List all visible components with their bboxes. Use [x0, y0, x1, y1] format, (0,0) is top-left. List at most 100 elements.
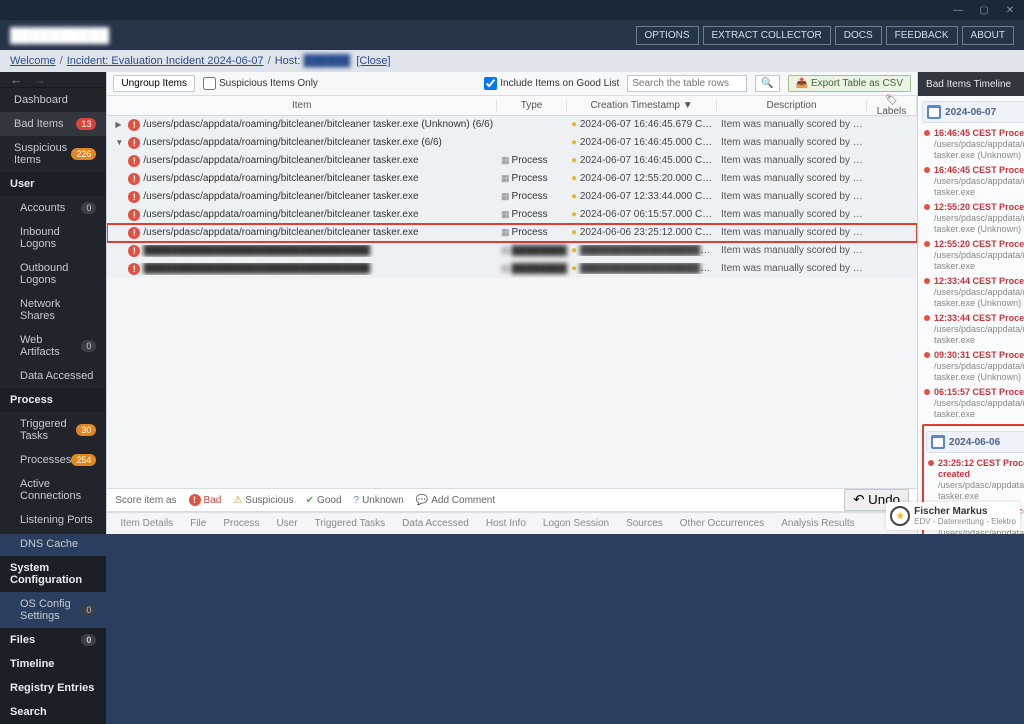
expand-icon[interactable]: ▶ — [115, 120, 125, 129]
status-dot-icon: ● — [571, 155, 577, 166]
timeline-event[interactable]: 12:33:44 CEST Process created/users/pdas… — [922, 274, 1024, 311]
timeline-event[interactable]: 12:55:20 CEST Process created/users/pdas… — [922, 237, 1024, 274]
timeline-date[interactable]: 2024-06-06 — [926, 431, 1024, 453]
sidebar-item-inbound[interactable]: Inbound Logons — [0, 220, 106, 256]
expand-icon[interactable]: ▼ — [115, 138, 125, 147]
item-path: /users/pdasc/appdata/roaming/bitcleaner/… — [143, 137, 442, 148]
tab-user[interactable]: User — [269, 515, 304, 532]
tab-file[interactable]: File — [183, 515, 213, 532]
col-timestamp[interactable]: Creation Timestamp ▼ — [567, 100, 717, 111]
include-good-toggle[interactable]: Include Items on Good List — [484, 77, 619, 90]
maximize-button[interactable]: ▢ — [978, 5, 990, 16]
timeline-panel: Bad Items Timeline — 2024-06-0716:46:45 … — [918, 72, 1024, 534]
timeline-date[interactable]: 2024-06-07 — [922, 101, 1024, 123]
table-row[interactable]: !/users/pdasc/appdata/roaming/bitcleaner… — [107, 206, 917, 224]
breadcrumb-incident[interactable]: Incident: Evaluation Incident 2024-06-07 — [67, 55, 264, 67]
sidebar-item-dashboard[interactable]: Dashboard — [0, 88, 106, 112]
close-button[interactable]: ✕ — [1004, 5, 1016, 16]
nav-back-icon[interactable]: ← — [10, 72, 23, 87]
sidebar-item-files[interactable]: Files0 — [0, 628, 106, 652]
item-path: /users/pdasc/appdata/roaming/bitcleaner/… — [143, 155, 418, 166]
table-row[interactable]: !/users/pdasc/appdata/roaming/bitcleaner… — [107, 170, 917, 188]
process-icon: ▦ — [501, 263, 510, 274]
sidebar-item-suspicious[interactable]: Suspicious Items226 — [0, 136, 106, 172]
sidebar-item-dns[interactable]: DNS Cache — [0, 532, 106, 556]
timeline-event[interactable]: 09:30:31 CEST Process created/users/pdas… — [922, 348, 1024, 385]
minimize-button[interactable]: — — [952, 5, 964, 16]
table-row[interactable]: !████████████████████████████████▦ █████… — [107, 260, 917, 278]
status-dot-icon: ● — [571, 209, 577, 220]
col-description[interactable]: Description — [717, 100, 867, 111]
table-row[interactable]: !/users/pdasc/appdata/roaming/bitcleaner… — [107, 224, 917, 242]
tab-other-occurrences[interactable]: Other Occurrences — [673, 515, 771, 532]
table-row[interactable]: !████████████████████████████████▦ █████… — [107, 242, 917, 260]
sidebar-item-web[interactable]: Web Artifacts0 — [0, 328, 106, 364]
nav-fwd-icon[interactable]: → — [33, 72, 46, 87]
sidebar-item-timeline[interactable]: Timeline — [0, 652, 106, 676]
sidebar-item-outbound[interactable]: Outbound Logons — [0, 256, 106, 292]
calendar-icon — [927, 105, 941, 119]
col-type[interactable]: Type — [497, 100, 567, 111]
score-unknown[interactable]: ?Unknown — [354, 495, 404, 506]
sidebar-item-processes[interactable]: Processes254 — [0, 448, 106, 472]
sidebar-item-ports[interactable]: Listening Ports — [0, 508, 106, 532]
tab-data-accessed[interactable]: Data Accessed — [395, 515, 476, 532]
triggered-badge: 30 — [76, 424, 96, 436]
files-badge: 0 — [81, 634, 96, 646]
breadcrumb-close[interactable]: [Close] — [356, 55, 390, 67]
bad-icon: ! — [128, 227, 140, 239]
sidebar-item-bad-items[interactable]: Bad Items13 — [0, 112, 106, 136]
sidebar-item-accounts[interactable]: Accounts0 — [0, 196, 106, 220]
tab-sources[interactable]: Sources — [619, 515, 670, 532]
app-logo: ██████████ — [10, 27, 109, 43]
timeline-event[interactable]: 16:46:45 CEST Process created/users/pdas… — [922, 126, 1024, 163]
item-path: /users/pdasc/appdata/roaming/bitcleaner/… — [143, 191, 418, 202]
score-suspicious[interactable]: ⚠Suspicious — [233, 495, 293, 506]
sidebar-item-data-accessed[interactable]: Data Accessed — [0, 364, 106, 388]
header-btn-feedback[interactable]: FEEDBACK — [886, 26, 958, 45]
sidebar-item-connections[interactable]: Active Connections — [0, 472, 106, 508]
sidebar-item-triggered[interactable]: Triggered Tasks30 — [0, 412, 106, 448]
table-row[interactable]: ▶!/users/pdasc/appdata/roaming/bitcleane… — [107, 116, 917, 134]
score-bad[interactable]: !Bad — [189, 494, 222, 506]
col-item[interactable]: Item — [107, 100, 497, 111]
table-row[interactable]: ▼!/users/pdasc/appdata/roaming/bitcleane… — [107, 134, 917, 152]
status-dot-icon: ● — [571, 263, 577, 274]
timeline-event[interactable]: 12:55:20 CEST Process created/users/pdas… — [922, 200, 1024, 237]
empty-area — [107, 278, 917, 488]
timeline-event[interactable]: 12:33:44 CEST Process created/users/pdas… — [922, 311, 1024, 348]
tab-host-info[interactable]: Host Info — [479, 515, 533, 532]
add-comment[interactable]: 💬Add Comment — [416, 495, 495, 506]
score-good[interactable]: ✔Good — [306, 495, 342, 506]
bad-icon: ! — [128, 245, 140, 257]
timeline-event[interactable]: 23:25:12 CEST Process created/users/pdas… — [926, 456, 1024, 504]
item-path: ████████████████████████████████ — [143, 263, 370, 274]
sidebar-item-shares[interactable]: Network Shares — [0, 292, 106, 328]
suspicious-only-toggle[interactable]: Suspicious Items Only — [203, 77, 318, 90]
tab-process[interactable]: Process — [216, 515, 266, 532]
tab-analysis-results[interactable]: Analysis Results — [774, 515, 861, 532]
sidebar-item-search[interactable]: Search — [0, 700, 106, 724]
export-csv-button[interactable]: 📤 Export Table as CSV — [788, 75, 911, 92]
breadcrumb-welcome[interactable]: Welcome — [10, 55, 56, 67]
ungroup-button[interactable]: Ungroup Items — [113, 75, 195, 92]
sidebar-item-registry[interactable]: Registry Entries — [0, 676, 106, 700]
tab-triggered-tasks[interactable]: Triggered Tasks — [308, 515, 393, 532]
col-labels[interactable]: 🏷 Labels — [867, 95, 917, 117]
header-btn-about[interactable]: ABOUT — [962, 26, 1014, 45]
timeline-event[interactable]: 16:46:45 CEST Process created/users/pdas… — [922, 163, 1024, 200]
tab-item-details[interactable]: Item Details — [113, 515, 180, 532]
watermark-logo-icon — [890, 506, 910, 526]
timeline-event[interactable]: 06:15:57 CEST Process created/users/pdas… — [922, 385, 1024, 422]
table-row[interactable]: !/users/pdasc/appdata/roaming/bitcleaner… — [107, 152, 917, 170]
header-btn-options[interactable]: OPTIONS — [636, 26, 699, 45]
sidebar-item-os-config[interactable]: OS Config Settings0 — [0, 592, 106, 628]
accounts-badge: 0 — [81, 202, 96, 214]
sidebar-group-system: System Configuration — [0, 556, 106, 592]
table-row[interactable]: !/users/pdasc/appdata/roaming/bitcleaner… — [107, 188, 917, 206]
search-icon[interactable]: 🔍 — [755, 75, 779, 92]
search-input[interactable] — [627, 75, 747, 92]
tab-logon-session[interactable]: Logon Session — [536, 515, 616, 532]
header-btn-docs[interactable]: DOCS — [835, 26, 882, 45]
header-btn-extract-collector[interactable]: EXTRACT COLLECTOR — [703, 26, 831, 45]
